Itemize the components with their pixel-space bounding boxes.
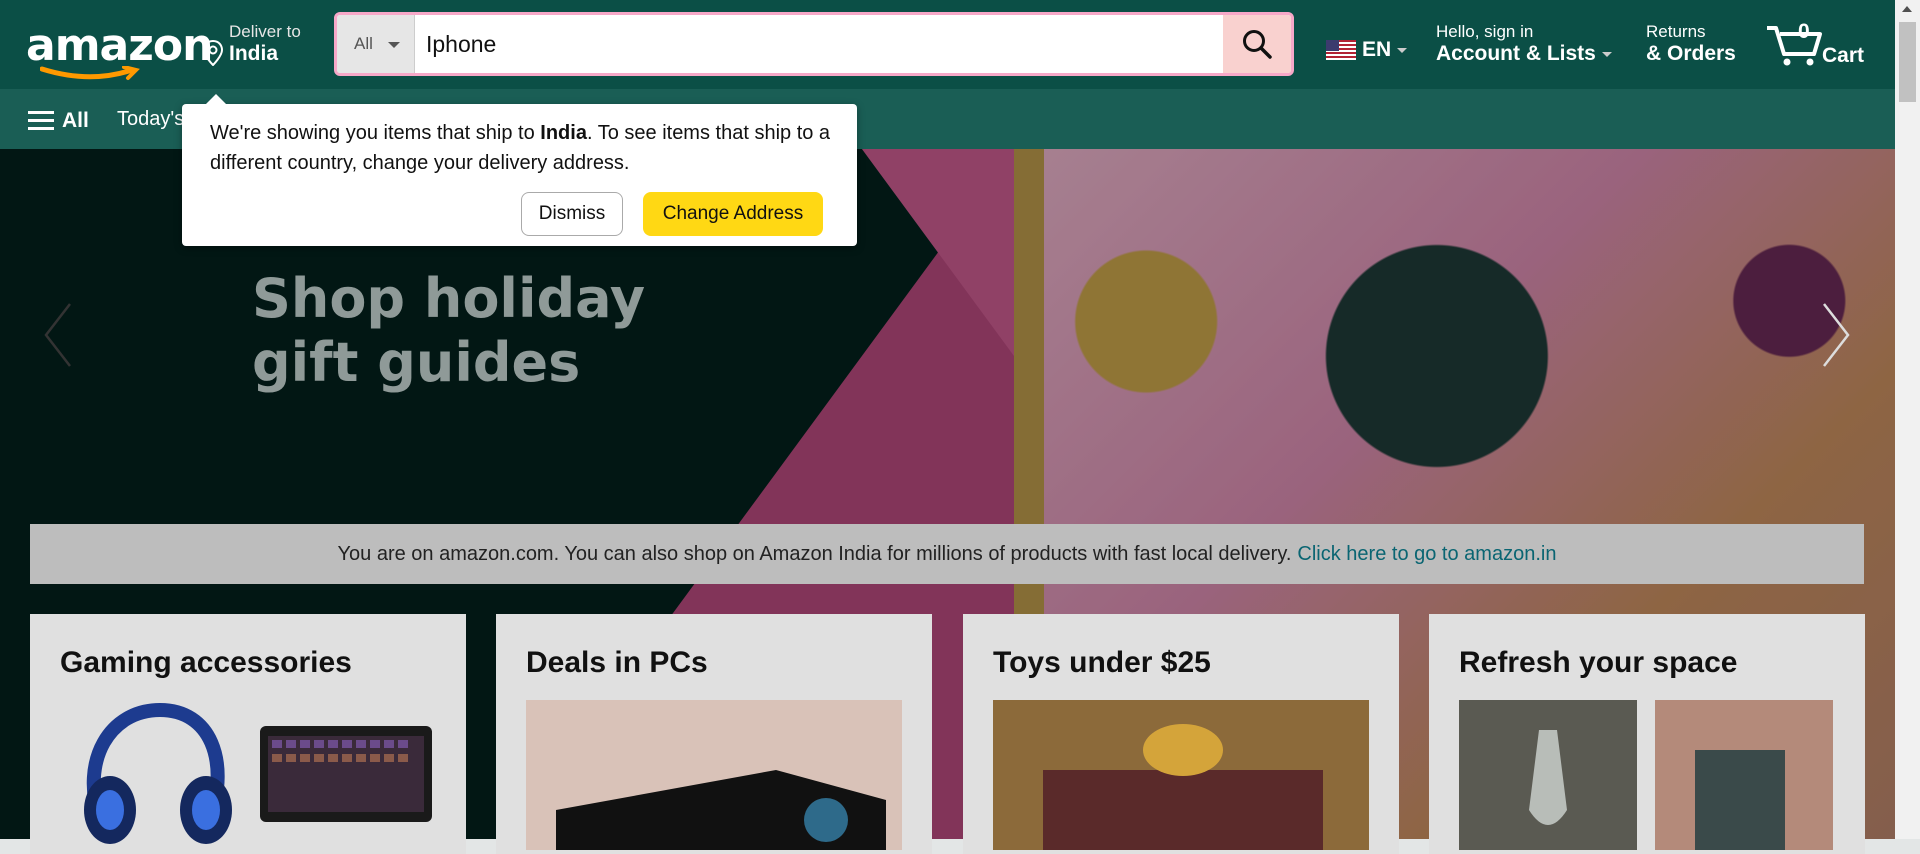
us-flag-icon (1326, 40, 1356, 60)
all-menu-button[interactable]: All (28, 106, 89, 135)
language-selector[interactable]: EN (1326, 38, 1408, 62)
card-gaming-accessories[interactable]: Gaming accessories (30, 614, 466, 854)
all-menu-label: All (62, 108, 89, 132)
carousel-next-icon[interactable] (1818, 300, 1854, 370)
deliver-location: India (229, 42, 279, 65)
search-button[interactable] (1223, 15, 1291, 73)
cart-button[interactable]: 0 Cart (1764, 20, 1864, 73)
search-category-label: All (354, 34, 373, 53)
cart-label: Cart (1822, 44, 1865, 67)
search-bar: All (334, 12, 1294, 76)
dismiss-button[interactable]: Dismiss (521, 192, 623, 236)
regional-notice-bar: You are on amazon.com. You can also shop… (30, 524, 1864, 584)
popover-text-before: We're showing you items that ship to (210, 122, 541, 144)
scrollbar-thumb[interactable] (1899, 22, 1916, 102)
page-scrollbar[interactable] (1895, 0, 1920, 839)
chevron-down-icon (388, 42, 400, 54)
decor-shelf-image[interactable] (1655, 700, 1833, 850)
delivery-location-popover: We're showing you items that ship to Ind… (182, 94, 857, 246)
amazon-logo[interactable]: amazon (26, 20, 213, 71)
location-pin-icon (202, 40, 224, 66)
change-address-button[interactable]: Change Address (643, 192, 823, 236)
decor-vase-image[interactable] (1459, 700, 1637, 850)
returns-label: Returns (1646, 22, 1706, 41)
account-label: Account & Lists (1436, 42, 1596, 65)
deliver-label: Deliver to (229, 22, 301, 41)
regional-notice-text: You are on amazon.com. You can also shop… (337, 542, 1292, 565)
headset-image[interactable] (70, 700, 240, 850)
chevron-down-icon (1601, 52, 1612, 62)
go-to-amazon-in-link[interactable]: Click here to go to amazon.in (1297, 543, 1556, 566)
search-input[interactable] (426, 15, 1196, 73)
card-toys-under-25[interactable]: Toys under $25 (963, 614, 1399, 854)
hero-title[interactable]: Shop holiday gift guides (252, 267, 645, 395)
hero-title-line2: gift guides (252, 331, 581, 394)
deliver-to-location[interactable]: Deliver to India (202, 22, 301, 66)
card-title: Gaming accessories (60, 646, 352, 679)
keyboard-image[interactable] (258, 724, 434, 824)
logo-smile-icon (40, 66, 140, 80)
search-category-dropdown[interactable]: All (337, 15, 415, 73)
popover-country: India (540, 122, 587, 144)
search-icon (1243, 30, 1272, 59)
hamburger-icon (28, 106, 54, 135)
account-and-lists[interactable]: Hello, sign in Account & Lists (1436, 22, 1612, 66)
cart-icon (1767, 26, 1822, 66)
carousel-prev-icon[interactable] (40, 300, 76, 370)
pc-image[interactable] (526, 700, 902, 850)
card-refresh-your-space[interactable]: Refresh your space (1429, 614, 1865, 854)
todays-deals-link[interactable]: Today's (117, 108, 184, 131)
orders-label: & Orders (1646, 42, 1736, 65)
card-title: Deals in PCs (526, 646, 708, 679)
hero-title-line1: Shop holiday (252, 267, 646, 330)
card-title: Toys under $25 (993, 646, 1211, 679)
gift-box-image[interactable] (993, 700, 1369, 850)
scroll-up-icon[interactable] (1902, 6, 1912, 12)
chevron-down-icon (1397, 48, 1408, 58)
popover-message: We're showing you items that ship to Ind… (210, 118, 840, 178)
returns-and-orders[interactable]: Returns & Orders (1646, 22, 1736, 66)
logo-text: amazon (26, 20, 213, 71)
card-title: Refresh your space (1459, 646, 1738, 679)
account-greeting: Hello, sign in (1436, 22, 1534, 41)
card-deals-in-pcs[interactable]: Deals in PCs (496, 614, 932, 854)
language-label: EN (1362, 38, 1392, 61)
cart-count: 0 (1798, 20, 1810, 43)
